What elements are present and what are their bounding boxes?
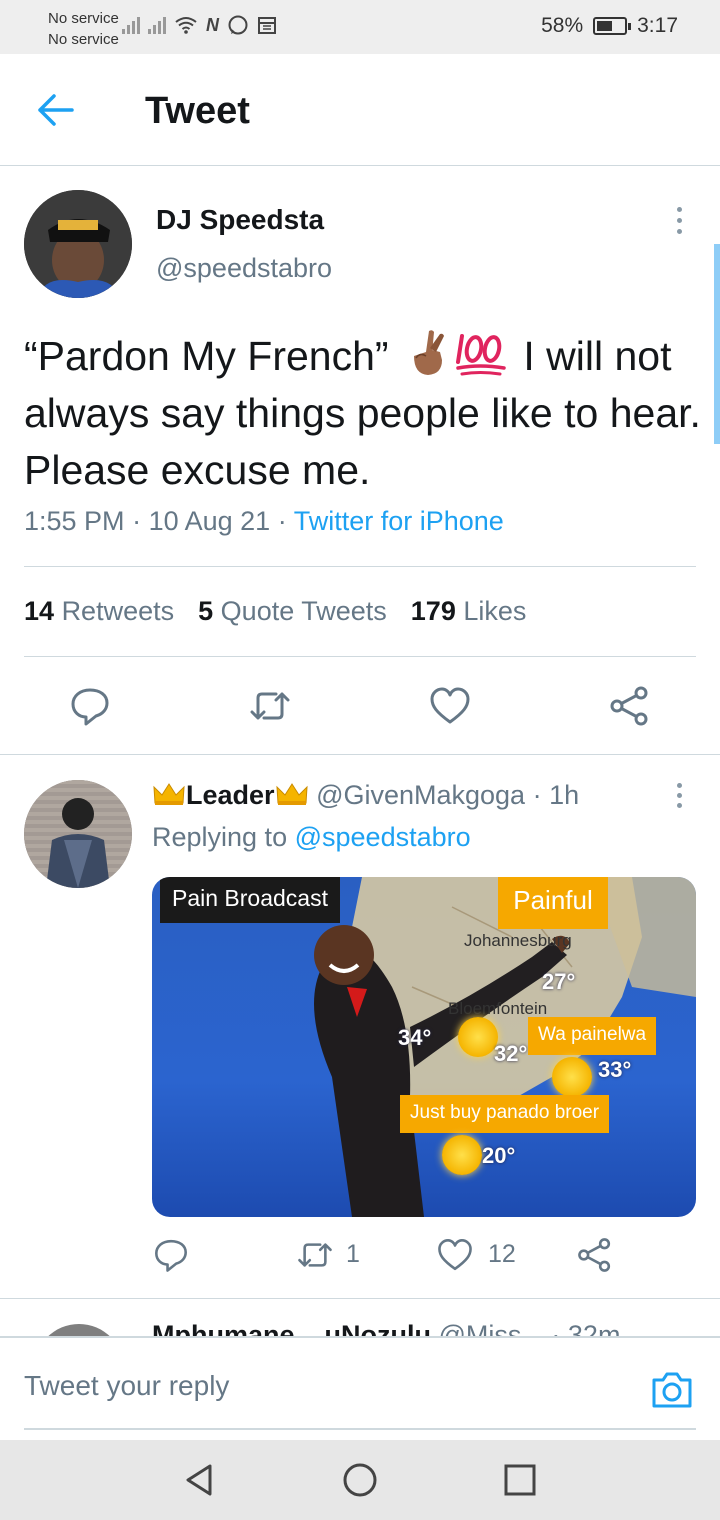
back-arrow-icon[interactable] [34, 90, 78, 130]
reply-input[interactable]: Tweet your reply [24, 1370, 229, 1402]
wa-painelwa-label: Wa painelwa [528, 1017, 657, 1055]
hundred-points-icon [455, 334, 506, 376]
reply-avatar[interactable] [24, 780, 132, 888]
likes-label: Likes [463, 596, 527, 626]
painful-label: Painful [498, 877, 608, 929]
quotes-label: Quote Tweets [220, 596, 387, 626]
reply-like-count: 12 [488, 1240, 516, 1268]
tweet-source-link[interactable]: Twitter for iPhone [294, 506, 504, 536]
sun-icon-2 [552, 1057, 592, 1097]
city-label-1: Johannesburg [464, 931, 572, 950]
tweet-text-quote: “Pardon My French” [24, 333, 389, 379]
battery-fill [597, 21, 613, 31]
carrier-text: No service No service [48, 8, 119, 50]
reply-retweet-count: 1 [346, 1240, 360, 1268]
city-label-2: Bloemfontein [448, 999, 548, 1018]
quotes-stat[interactable]: 5 Quote Tweets [198, 596, 387, 627]
panado-label: Just buy panado broer [400, 1095, 610, 1133]
retweet-icon[interactable] [296, 1236, 334, 1274]
crown-icon-2 [275, 783, 308, 805]
battery-percent: 58% [541, 14, 584, 37]
next-reply-partial[interactable]: Mphumane _ uNozulu @Miss... · 32m [0, 1300, 720, 1338]
tweet-actions [0, 684, 720, 732]
system-nav-bar [0, 1440, 720, 1520]
author-name[interactable]: DJ Speedsta [156, 204, 324, 236]
replying-to: Replying to @speedstabro [152, 822, 471, 853]
reply-author-handle[interactable]: @GivenMakgoga [316, 780, 525, 810]
wifi-icon [175, 17, 197, 34]
temp-2: 34° [398, 1025, 432, 1050]
retweet-icon[interactable] [248, 684, 292, 728]
nav-home-icon[interactable] [342, 1462, 378, 1498]
reply-header: Leader @GivenMakgoga · 1h [152, 780, 579, 811]
like-icon[interactable] [428, 684, 472, 728]
likes-count: 179 [410, 596, 456, 626]
emoji-group [400, 328, 512, 378]
clock: 3:17 [637, 14, 678, 37]
retweets-stat[interactable]: 14 Retweets [24, 596, 174, 627]
pain-broadcast-label: Pain Broadcast [160, 877, 340, 923]
status-right: 58% 3:17 [541, 14, 678, 38]
tweet-text: “Pardon My French” I will not always say… [24, 328, 704, 499]
sun-icon-3 [442, 1135, 482, 1175]
page-title: Tweet [145, 90, 250, 132]
calendar-icon [258, 17, 276, 34]
carrier-line-2: No service [48, 31, 119, 48]
reply-icon[interactable] [152, 1236, 190, 1274]
tweet-time: 1:55 PM [24, 506, 125, 536]
crown-icon [153, 783, 185, 805]
nav-recents-icon[interactable] [502, 1462, 538, 1498]
section-divider [0, 754, 720, 755]
reply-more-options-icon[interactable] [674, 783, 684, 813]
camera-icon[interactable] [650, 1370, 694, 1410]
reply-input-underline [24, 1428, 696, 1430]
scroll-indicator[interactable] [714, 244, 720, 444]
retweets-count: 14 [24, 596, 55, 626]
signal-icon [122, 16, 140, 34]
status-icons: N [122, 14, 277, 36]
temp-3: 32° [494, 1041, 528, 1066]
temp-5: 20° [482, 1143, 516, 1168]
engagement-stats: 14 Retweets 5 Quote Tweets 179 Likes [24, 596, 526, 627]
share-icon[interactable] [608, 684, 652, 728]
temp-1: 27° [542, 969, 576, 994]
tweet-meta: 1:55 PM · 10 Aug 21 · Twitter for iPhone [24, 506, 504, 536]
divider [24, 656, 696, 657]
sun-icon [458, 1017, 498, 1057]
replying-prefix: Replying to [152, 822, 288, 852]
tweet-date: 10 Aug 21 [148, 506, 271, 536]
author-handle[interactable]: @speedstabro [156, 253, 332, 284]
section-divider [0, 1298, 720, 1299]
top-app-bar: Tweet [0, 54, 720, 166]
replying-to-handle[interactable]: @speedstabro [295, 822, 471, 852]
battery-icon [593, 17, 632, 35]
whatsapp-icon [228, 15, 248, 35]
share-icon[interactable] [576, 1236, 614, 1274]
temp-4: 33° [598, 1057, 632, 1082]
reply-actions: 1 12 [0, 1236, 720, 1280]
avatar[interactable] [24, 190, 132, 298]
nav-back-icon[interactable] [182, 1462, 218, 1498]
divider [24, 566, 696, 567]
signal-icon-2 [148, 16, 166, 34]
like-icon[interactable] [436, 1236, 474, 1274]
retweets-label: Retweets [61, 596, 175, 626]
quotes-count: 5 [198, 596, 214, 626]
avatar-photo [24, 190, 132, 298]
nfc-icon: N [206, 14, 219, 35]
reply-composer: Tweet your reply [0, 1336, 720, 1440]
reply-time: 1h [549, 780, 580, 810]
reply-author-name[interactable]: Leader [186, 780, 275, 810]
more-options-icon[interactable] [674, 207, 684, 237]
reply-icon[interactable] [68, 684, 112, 728]
reply-media-image[interactable]: Pain Broadcast Painful Johannesburg Bloe… [152, 877, 696, 1217]
likes-stat[interactable]: 179 Likes [411, 596, 527, 627]
carrier-line-1: No service [48, 10, 119, 27]
reply-avatar-photo [24, 780, 132, 888]
status-bar: No service No service N 58% 3:17 [0, 0, 720, 54]
fingers-crossed-icon [413, 330, 444, 375]
